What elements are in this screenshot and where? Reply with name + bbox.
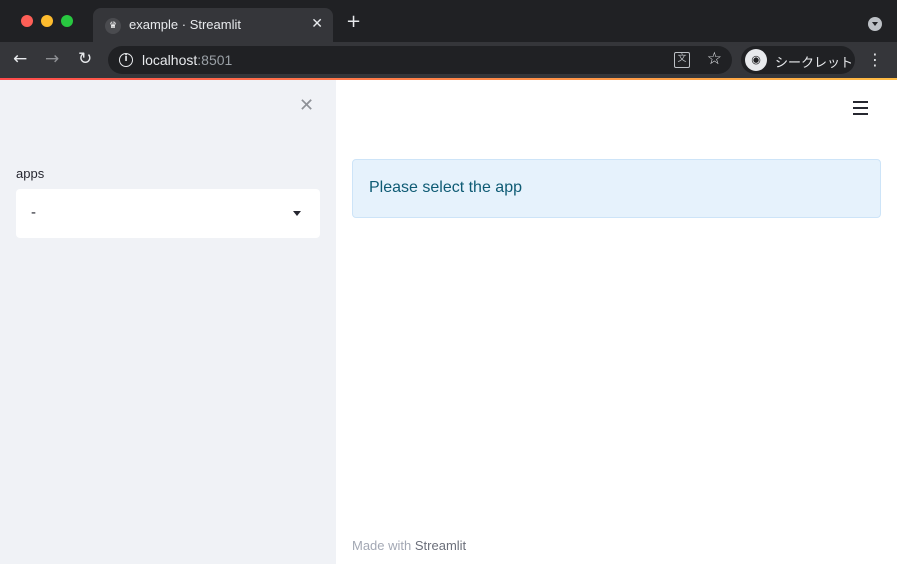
- apps-select-value: -: [31, 204, 36, 221]
- tab-search-icon[interactable]: [868, 17, 882, 31]
- site-info-icon[interactable]: i: [119, 53, 133, 67]
- apps-select-label: apps: [16, 166, 45, 181]
- browser-chrome: ♛ example · Streamlit ✕ + ← → ↻ i localh…: [0, 0, 897, 80]
- incognito-icon: ◉: [745, 49, 767, 71]
- forward-button[interactable]: →: [45, 49, 59, 69]
- sidebar: ✕ apps -: [0, 80, 336, 564]
- maximize-window-button[interactable]: [61, 15, 73, 27]
- bookmark-star-icon[interactable]: ☆: [707, 49, 722, 69]
- streamlit-favicon-icon: ♛: [105, 18, 121, 34]
- main-content: Please select the app Made with Streamli…: [336, 80, 897, 564]
- reload-button[interactable]: ↻: [78, 49, 92, 69]
- chevron-down-icon: [293, 211, 301, 216]
- info-message: Please select the app: [369, 179, 522, 196]
- hamburger-menu-icon[interactable]: [853, 101, 868, 115]
- sidebar-close-icon[interactable]: ✕: [299, 96, 314, 116]
- footer-prefix: Made with: [352, 538, 415, 553]
- profile-label: シークレット: [775, 56, 854, 71]
- minimize-window-button[interactable]: [41, 15, 53, 27]
- apps-selectbox[interactable]: -: [16, 189, 320, 238]
- url-text: localhost:8501: [142, 52, 232, 68]
- info-alert: Please select the app: [352, 159, 881, 218]
- new-tab-button[interactable]: +: [346, 13, 361, 31]
- footer-streamlit-link[interactable]: Streamlit: [415, 538, 466, 553]
- translate-icon[interactable]: 文: [674, 52, 690, 68]
- browser-menu-icon[interactable]: ⋮: [867, 50, 883, 70]
- back-button[interactable]: ←: [13, 49, 27, 69]
- url-host: localhost: [142, 52, 198, 68]
- browser-tab[interactable]: ♛ example · Streamlit ✕: [93, 8, 333, 42]
- tab-close-icon[interactable]: ✕: [311, 16, 323, 32]
- tab-title: example · Streamlit: [129, 17, 241, 32]
- close-window-button[interactable]: [21, 15, 33, 27]
- browser-toolbar: ← → ↻ i localhost:8501 文 ☆ ◉ シークレット ⋮: [0, 42, 897, 78]
- url-port: :8501: [197, 52, 233, 68]
- address-bar[interactable]: i localhost:8501 文 ☆: [108, 46, 732, 74]
- footer: Made with Streamlit: [352, 538, 466, 553]
- incognito-profile-button[interactable]: ◉ シークレット: [741, 46, 855, 74]
- tab-strip: ♛ example · Streamlit ✕ +: [0, 0, 897, 42]
